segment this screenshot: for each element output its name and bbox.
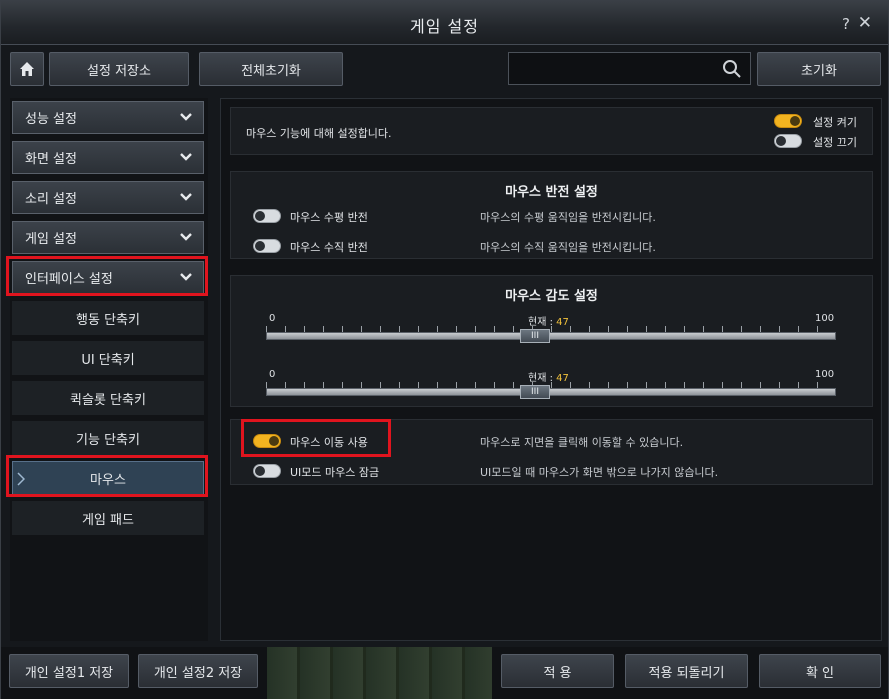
help-icon[interactable]: ? (842, 15, 850, 33)
vertical-invert-desc: 마우스의 수직 움직임을 반전시킵니다. (480, 241, 656, 254)
slider1-max: 100 (815, 313, 835, 324)
chevron-down-icon (180, 273, 192, 281)
horizontal-invert-toggle[interactable] (253, 209, 281, 223)
search-input[interactable] (508, 52, 751, 85)
home-button[interactable] (10, 52, 44, 86)
sidebar-subitem-quickslot-keys[interactable]: 퀵슬롯 단축키 (12, 381, 204, 415)
ok-button[interactable]: 확 인 (759, 654, 881, 688)
sidebar: 성능 설정 화면 설정 소리 설정 게임 설정 인터페이스 설정 행동 단축키 … (6, 98, 208, 641)
sidebar-item-display[interactable]: 화면 설정 (12, 141, 204, 174)
sidebar-item-label: 화면 설정 (25, 152, 77, 167)
mouse-move-label: 마우스 이동 사용 (290, 436, 368, 449)
slider1-track[interactable] (266, 332, 836, 340)
settings-window: 게임 설정 ? ✕ 설정 저장소 전체초기화 초기화 성능 설정 화면 설정 소… (0, 0, 889, 699)
sensitivity-section-title: 마우스 감도 설정 (505, 289, 598, 304)
bottom-bar: 개인 설정1 저장 개인 설정2 저장 적 용 적용 되돌리기 확 인 (1, 647, 888, 699)
close-icon[interactable]: ✕ (858, 13, 872, 33)
ui-mouse-lock-toggle[interactable] (253, 464, 281, 478)
home-icon (20, 62, 34, 76)
setting-off-toggle[interactable] (774, 134, 802, 148)
sidebar-item-label: 게임 설정 (25, 232, 77, 247)
sidebar-subitem-ui-keys[interactable]: UI 단축키 (12, 341, 204, 375)
sidebar-item-game[interactable]: 게임 설정 (12, 221, 204, 254)
sidebar-item-interface[interactable]: 인터페이스 설정 (12, 261, 204, 294)
vertical-invert-toggle[interactable] (253, 239, 281, 253)
sidebar-item-label: 성능 설정 (25, 112, 77, 127)
search-icon[interactable] (722, 59, 742, 79)
setting-on-label: 설정 켜기 (813, 116, 857, 129)
sidebar-subitem-action-keys[interactable]: 행동 단축키 (12, 301, 204, 335)
sidebar-item-label: 인터페이스 설정 (25, 272, 113, 287)
slider1-min: 0 (269, 313, 276, 324)
reset-button[interactable]: 초기화 (757, 52, 881, 86)
sidebar-subitem-function-keys[interactable]: 기능 단축키 (12, 421, 204, 455)
horizontal-invert-label: 마우스 수평 반전 (290, 211, 368, 224)
reset-all-button[interactable]: 전체초기화 (199, 52, 343, 86)
mouse-move-toggle[interactable] (253, 434, 281, 448)
save-profile2-button[interactable]: 개인 설정2 저장 (138, 654, 258, 688)
apply-button[interactable]: 적 용 (501, 654, 614, 688)
invert-section: 마우스 반전 설정 마우스 수평 반전 마우스의 수평 움직임을 반전시킵니다.… (230, 171, 873, 259)
revert-button[interactable]: 적용 되돌리기 (625, 654, 748, 688)
settings-store-button[interactable]: 설정 저장소 (49, 52, 189, 86)
slider1-thumb[interactable]: III (520, 329, 550, 343)
sidebar-item-label: 소리 설정 (25, 192, 77, 207)
intro-section: 마우스 기능에 대해 설정합니다. 설정 켜기 설정 끄기 (230, 107, 873, 155)
slider2-thumb[interactable]: III (520, 385, 550, 399)
game-hotbar-background (267, 647, 492, 699)
selected-marker-icon (17, 472, 25, 486)
movement-section: 마우스 이동 사용 마우스로 지면을 클릭해 이동할 수 있습니다. UI모드 … (230, 419, 873, 485)
sidebar-subitem-gamepad[interactable]: 게임 패드 (12, 501, 204, 535)
horizontal-invert-desc: 마우스의 수평 움직임을 반전시킵니다. (480, 211, 656, 224)
title-bar: 게임 설정 ? ✕ (1, 1, 888, 45)
save-profile1-button[interactable]: 개인 설정1 저장 (9, 654, 129, 688)
ui-mouse-lock-label: UI모드 마우스 잠금 (290, 466, 380, 479)
setting-off-label: 설정 끄기 (813, 136, 857, 149)
chevron-down-icon (180, 113, 192, 121)
sidebar-item-sound[interactable]: 소리 설정 (12, 181, 204, 214)
slider2-track[interactable] (266, 388, 836, 396)
sidebar-subitem-label: 마우스 (90, 472, 126, 488)
slider2-min: 0 (269, 369, 276, 380)
setting-on-toggle[interactable] (774, 114, 802, 128)
vertical-invert-label: 마우스 수직 반전 (290, 241, 368, 254)
chevron-down-icon (180, 153, 192, 161)
invert-section-title: 마우스 반전 설정 (505, 185, 598, 200)
slider2-max: 100 (815, 369, 835, 380)
main-panel: 마우스 기능에 대해 설정합니다. 설정 켜기 설정 끄기 마우스 반전 설정 … (220, 98, 882, 641)
sidebar-item-performance[interactable]: 성능 설정 (12, 101, 204, 134)
intro-text: 마우스 기능에 대해 설정합니다. (246, 127, 392, 140)
sensitivity-section: 마우스 감도 설정 0 현재 : 47 100 III 0 현재 : 47 10… (230, 275, 873, 407)
chevron-down-icon (180, 233, 192, 241)
window-title: 게임 설정 (410, 17, 479, 36)
chevron-down-icon (180, 193, 192, 201)
sidebar-subitem-mouse[interactable]: 마우스 (12, 461, 204, 495)
mouse-move-desc: 마우스로 지면을 클릭해 이동할 수 있습니다. (480, 436, 684, 449)
ui-mouse-lock-desc: UI모드일 때 마우스가 화면 밖으로 나가지 않습니다. (480, 466, 719, 479)
